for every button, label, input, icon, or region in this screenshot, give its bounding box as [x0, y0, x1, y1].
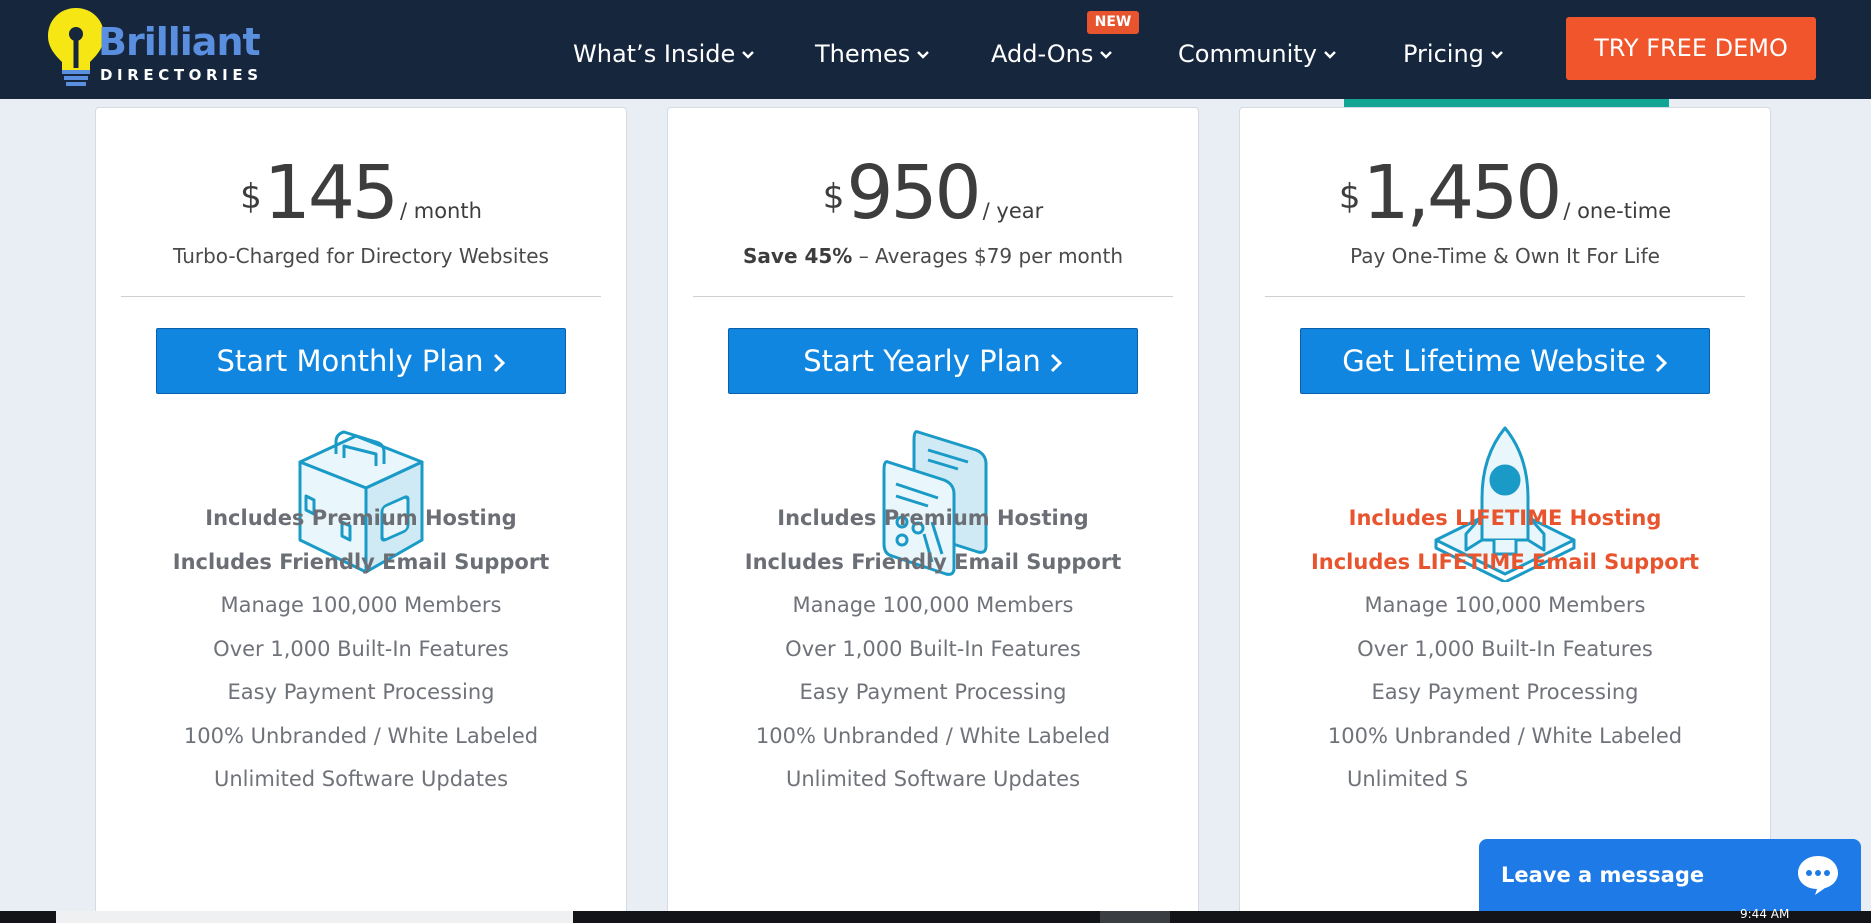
plan-subtitle: Save 45% – Averages $79 per month: [668, 244, 1198, 268]
nav-item-themes[interactable]: Themes: [815, 36, 930, 72]
button-label: Get Lifetime Website: [1342, 344, 1646, 378]
plan-subtitle-text: – Averages $79 per month: [852, 244, 1123, 268]
chevron-down-icon: [1324, 51, 1336, 59]
nav-item-label: Pricing: [1403, 40, 1484, 68]
logo-subtitle: DIRECTORIES: [100, 66, 263, 84]
nav-item-label: Add-Ons: [991, 40, 1094, 68]
feature-item: Unlimited S: [1347, 767, 1469, 791]
nav-item-label: What’s Inside: [573, 40, 736, 68]
start-yearly-plan-button[interactable]: Start Yearly Plan: [728, 328, 1138, 394]
nav-item-community[interactable]: Community: [1178, 36, 1337, 72]
feature-item: 100% Unbranded / White Labeled: [755, 724, 1111, 748]
leave-a-message-chat-widget[interactable]: Leave a message: [1479, 839, 1861, 913]
price-currency: $: [1338, 177, 1361, 217]
try-free-demo-button[interactable]: TRY FREE DEMO: [1566, 17, 1816, 80]
divider: [693, 296, 1173, 297]
top-navbar: Brilliant DIRECTORIES What’s Inside Them…: [0, 0, 1871, 99]
pricing-card-yearly: $950/ year Save 45% – Averages $79 per m…: [667, 107, 1199, 923]
plan-subtitle-bold: Save 45%: [743, 244, 853, 268]
chevron-right-icon: [1050, 353, 1062, 373]
feature-item: Manage 100,000 Members: [1364, 593, 1646, 617]
get-lifetime-website-button[interactable]: Get Lifetime Website: [1300, 328, 1710, 394]
chevron-right-icon: [493, 353, 505, 373]
feature-item: 100% Unbranded / White Labeled: [1327, 724, 1683, 748]
feature-highlight: Includes Premium Hosting: [777, 506, 1089, 530]
logo-wordmark: Brilliant: [98, 20, 261, 64]
nav-item-label: Themes: [815, 40, 911, 68]
price-amount: 145: [263, 150, 399, 236]
feature-highlight: Includes LIFETIME Email Support: [1310, 550, 1700, 574]
price-amount: 950: [846, 150, 981, 236]
os-taskbar: 9:44 AM: [0, 907, 1871, 923]
feature-item: Easy Payment Processing: [799, 680, 1067, 704]
price-period: / month: [399, 199, 482, 223]
price-amount: 1,450: [1362, 150, 1562, 236]
feature-highlight: Includes Premium Hosting: [205, 506, 517, 530]
divider: [1265, 296, 1745, 297]
taskbar-clock: 9:44 AM: [1740, 907, 1790, 921]
nav-item-label: Community: [1178, 40, 1317, 68]
plan-subtitle-text: Turbo-Charged for Directory Websites: [173, 244, 549, 268]
feature-highlight: Includes LIFETIME Hosting: [1348, 506, 1662, 530]
price-currency: $: [240, 177, 262, 217]
feature-item: Over 1,000 Built-In Features: [1357, 637, 1653, 661]
nav-item-whats-inside[interactable]: What’s Inside: [573, 36, 755, 72]
chat-label: Leave a message: [1501, 863, 1705, 887]
feature-item: Manage 100,000 Members: [220, 593, 502, 617]
chat-bubble-icon: [1798, 856, 1838, 895]
feature-item: Unlimited Software Updates: [785, 767, 1081, 791]
divider: [121, 296, 601, 297]
price-currency: $: [822, 177, 845, 217]
chevron-down-icon: [1100, 51, 1113, 59]
taskbar-active-app[interactable]: [1100, 911, 1170, 923]
pricing-card-lifetime: $1,450/ one-time Pay One-Time & Own It F…: [1239, 107, 1771, 923]
chevron-down-icon: [917, 51, 930, 59]
new-badge: NEW: [1087, 11, 1139, 34]
feature-item: Easy Payment Processing: [1371, 680, 1639, 704]
feature-item: Unlimited Software Updates: [213, 767, 509, 791]
price: $1,450/ one-time: [1240, 148, 1770, 238]
pricing-card-monthly: $145/ month Turbo-Charged for Directory …: [95, 107, 627, 923]
plan-subtitle-text: Pay One-Time & Own It For Life: [1350, 244, 1660, 268]
feature-item: Easy Payment Processing: [227, 680, 495, 704]
button-label: Start Monthly Plan: [216, 344, 484, 378]
price-period: / one-time: [1563, 199, 1672, 223]
feature-highlight: Includes Friendly Email Support: [744, 550, 1122, 574]
nav-item-pricing[interactable]: Pricing: [1403, 36, 1504, 72]
plan-subtitle: Pay One-Time & Own It For Life: [1240, 244, 1770, 268]
price: $145/ month: [96, 148, 626, 238]
feature-item: 100% Unbranded / White Labeled: [183, 724, 539, 748]
brand-logo[interactable]: Brilliant DIRECTORIES: [46, 6, 266, 90]
price: $950/ year: [668, 148, 1198, 238]
chevron-down-icon: [1491, 51, 1503, 59]
feature-item: Over 1,000 Built-In Features: [785, 637, 1081, 661]
feature-highlight: Includes Friendly Email Support: [172, 550, 550, 574]
lightbulb-icon: [48, 8, 104, 86]
start-monthly-plan-button[interactable]: Start Monthly Plan: [156, 328, 566, 394]
taskbar-search-box[interactable]: [56, 911, 573, 923]
button-label: Start Yearly Plan: [803, 344, 1041, 378]
feature-item: Over 1,000 Built-In Features: [213, 637, 509, 661]
featured-plan-accent-bar: [1344, 99, 1669, 107]
nav-item-add-ons[interactable]: Add-Ons: [991, 36, 1113, 72]
chevron-down-icon: [742, 51, 755, 59]
chevron-right-icon: [1655, 353, 1667, 373]
feature-item: Manage 100,000 Members: [792, 593, 1074, 617]
plan-subtitle: Turbo-Charged for Directory Websites: [96, 244, 626, 268]
price-period: / year: [982, 199, 1044, 223]
